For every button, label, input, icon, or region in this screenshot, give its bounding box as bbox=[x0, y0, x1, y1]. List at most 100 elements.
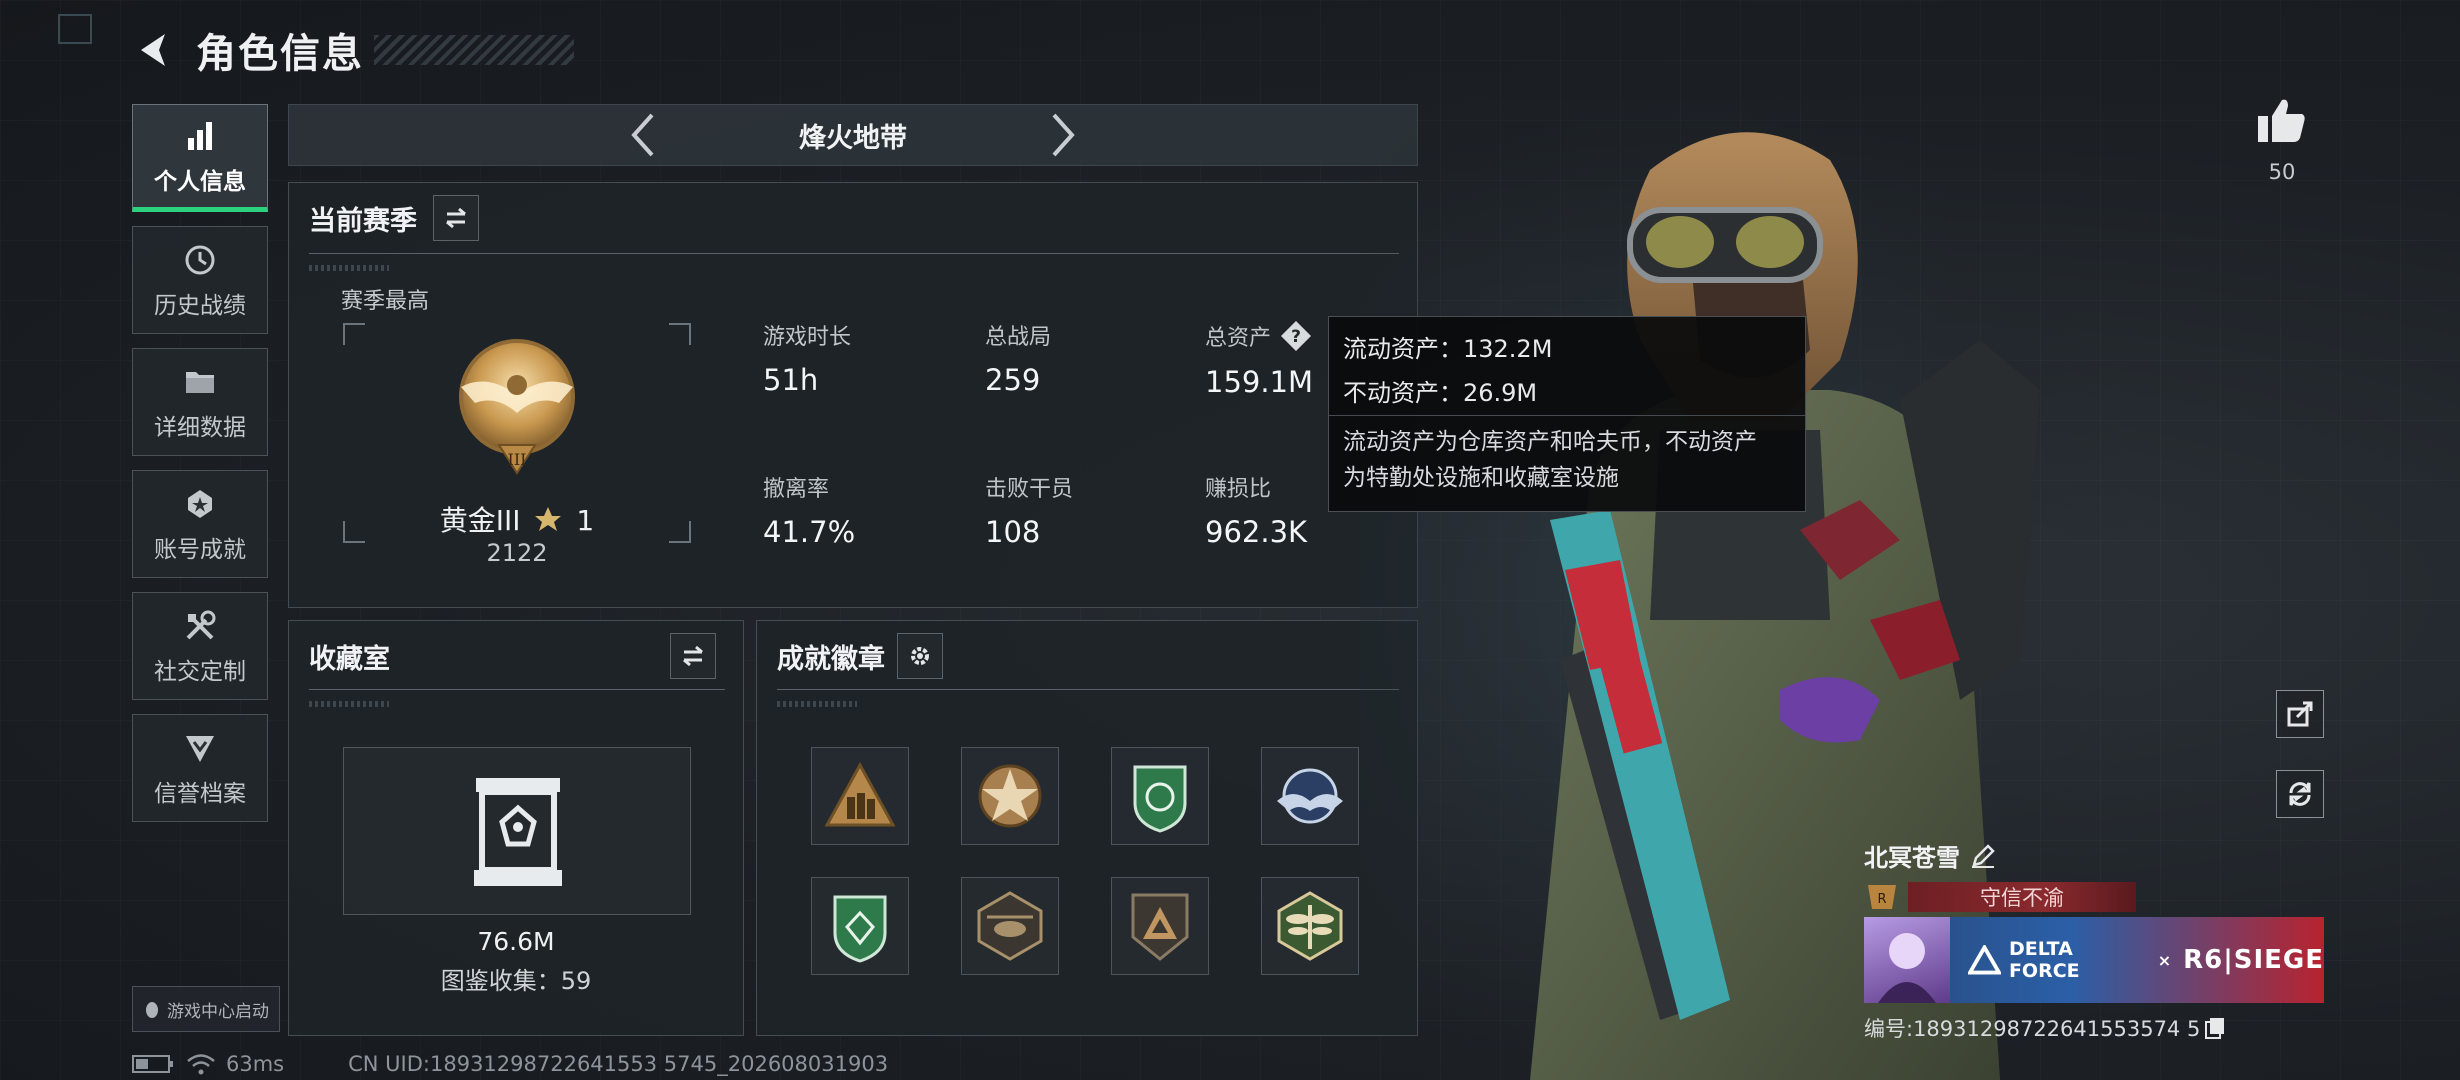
display-case-icon bbox=[474, 778, 562, 886]
ping: 63ms bbox=[226, 1052, 285, 1076]
delta-force-logo-icon bbox=[1968, 945, 2001, 975]
chevron-left-icon bbox=[631, 113, 654, 157]
stat-value: 108 bbox=[985, 515, 1041, 549]
line-decoration bbox=[777, 701, 857, 707]
page-title: 角色信息 bbox=[196, 31, 364, 77]
nav-item-personal-info[interactable]: 个人信息 bbox=[132, 104, 268, 212]
line-decoration bbox=[309, 701, 389, 707]
thumbs-up-icon bbox=[2258, 99, 2305, 142]
winged-emblem-badge-icon bbox=[1277, 768, 1343, 824]
collection-header: 收藏室 bbox=[309, 633, 716, 679]
badge-item[interactable] bbox=[1261, 877, 1359, 975]
triangle-soldiers-badge-icon bbox=[824, 761, 896, 827]
badges-panel: 成就徽章 bbox=[756, 620, 1418, 1036]
stat-value: 259 bbox=[985, 363, 1041, 397]
refresh-button[interactable] bbox=[2276, 770, 2324, 818]
penguin-icon bbox=[146, 1002, 158, 1018]
season-title: 当前赛季 bbox=[309, 205, 417, 237]
badge-item[interactable] bbox=[1261, 747, 1359, 845]
stat-label: 赚损比 bbox=[1205, 477, 1272, 502]
badge-item[interactable] bbox=[961, 877, 1059, 975]
reputation-title: 守信不渝 bbox=[1908, 882, 2136, 912]
nav-label: 信誉档案 bbox=[154, 781, 246, 807]
badges-title: 成就徽章 bbox=[777, 643, 885, 675]
gear-icon bbox=[911, 647, 929, 665]
stat-value: 159.1M bbox=[1205, 365, 1314, 399]
nav-item-history[interactable]: 历史战绩 bbox=[132, 226, 268, 334]
copy-icon[interactable] bbox=[2204, 1016, 2226, 1040]
edit-icon[interactable] bbox=[1970, 843, 1996, 869]
mode-prev-button[interactable] bbox=[618, 110, 668, 160]
banner-brand-1: DELTA FORCE bbox=[2008, 938, 2080, 982]
green-shield-diamond-badge-icon bbox=[833, 895, 887, 963]
collection-frame[interactable] bbox=[343, 747, 691, 915]
back-button[interactable] bbox=[132, 27, 178, 73]
tooltip-fixed-assets: 不动资产：26.9M bbox=[1343, 379, 1538, 407]
badge-item[interactable] bbox=[811, 747, 909, 845]
collection-value: 76.6M bbox=[477, 927, 555, 956]
banner-text: DELTA FORCE × R6|SIEGE bbox=[1950, 917, 2324, 1003]
reputation-icon bbox=[186, 736, 214, 762]
divider bbox=[777, 689, 1399, 690]
player-id: 编号:18931298722641553574 5 bbox=[1864, 1017, 2201, 1041]
refresh-icon bbox=[2289, 782, 2311, 806]
star-icon bbox=[535, 507, 562, 531]
tooltip-description-1: 流动资产为仓库资产和哈夫币，不动资产 bbox=[1343, 429, 1757, 455]
achievement-icon bbox=[188, 490, 212, 518]
stat-label: 撤离率 bbox=[763, 477, 830, 502]
side-nav: 个人信息 历史战绩 详细数据 账号成就 社交定制 信誉档案 bbox=[132, 104, 268, 836]
help-icon[interactable]: ? bbox=[1279, 319, 1313, 353]
season-switch-button[interactable] bbox=[433, 195, 479, 241]
wifi-icon bbox=[187, 1054, 215, 1075]
folder-icon bbox=[186, 372, 214, 393]
divider bbox=[309, 253, 1399, 254]
stat-profit-ratio: 赚损比 962.3K bbox=[1205, 471, 1307, 549]
tooltip-liquid-assets: 流动资产：132.2M bbox=[1343, 335, 1553, 363]
title-decoration bbox=[374, 35, 574, 65]
swap-icon bbox=[446, 207, 466, 229]
reputation-badge-icon: R bbox=[1868, 885, 1896, 909]
divider bbox=[309, 689, 725, 690]
rank-stars: 1 bbox=[576, 504, 595, 537]
chevron-right-icon bbox=[1052, 113, 1075, 157]
corner-decoration bbox=[58, 14, 92, 44]
nav-item-achievements[interactable]: 账号成就 bbox=[132, 470, 268, 578]
game-center-launch-button[interactable]: 游戏中心启动 bbox=[132, 986, 280, 1032]
stat-label: 击败干员 bbox=[985, 477, 1074, 502]
header: 角色信息 bbox=[132, 22, 574, 78]
nav-item-detail-data[interactable]: 详细数据 bbox=[132, 348, 268, 456]
character-portrait-icon bbox=[1878, 933, 1936, 1003]
player-banner[interactable]: DELTA FORCE × R6|SIEGE bbox=[1864, 917, 2324, 1003]
status-bar: 63ms CN UID:18931298722641553 5745_20260… bbox=[132, 1052, 888, 1076]
badge-item[interactable] bbox=[961, 747, 1059, 845]
mode-switcher: 烽火地带 bbox=[288, 104, 1418, 166]
collection-panel: 收藏室 76.6M 图鉴收集：59 bbox=[288, 620, 744, 1036]
like-button[interactable]: 50 bbox=[2252, 96, 2312, 184]
badge-item[interactable] bbox=[1111, 877, 1209, 975]
line-decoration bbox=[309, 265, 389, 271]
rank-name: 黄金III 1 bbox=[343, 499, 691, 539]
nav-label: 账号成就 bbox=[154, 537, 246, 563]
badge-item[interactable] bbox=[1111, 747, 1209, 845]
nav-item-reputation[interactable]: 信誉档案 bbox=[132, 714, 268, 822]
share-button[interactable] bbox=[2276, 690, 2324, 738]
nav-label: 详细数据 bbox=[154, 415, 246, 441]
badges-settings-button[interactable] bbox=[897, 633, 943, 679]
nav-label: 历史战绩 bbox=[154, 293, 246, 319]
rank-score: 2122 bbox=[486, 539, 548, 567]
mode-next-button[interactable] bbox=[1038, 110, 1088, 160]
badge-item[interactable] bbox=[811, 877, 909, 975]
stat-play-time: 游戏时长 51h bbox=[763, 319, 851, 397]
nav-item-social[interactable]: 社交定制 bbox=[132, 592, 268, 700]
stat-value: 51h bbox=[763, 363, 819, 397]
svg-text:?: ? bbox=[1291, 327, 1301, 347]
collection-switch-button[interactable] bbox=[670, 633, 716, 679]
pyramid-badge-icon bbox=[1131, 893, 1189, 961]
uid-text: CN UID:18931298722641553 5745_2026080319… bbox=[348, 1052, 889, 1076]
tooltip-divider bbox=[1329, 415, 1805, 416]
gold-rank-emblem-icon: III bbox=[459, 339, 575, 475]
player-name-row: 北冥苍雪 bbox=[1864, 838, 2324, 873]
battery-icon bbox=[132, 1055, 173, 1073]
star-badge-icon bbox=[978, 764, 1042, 828]
swap-icon bbox=[683, 645, 703, 667]
